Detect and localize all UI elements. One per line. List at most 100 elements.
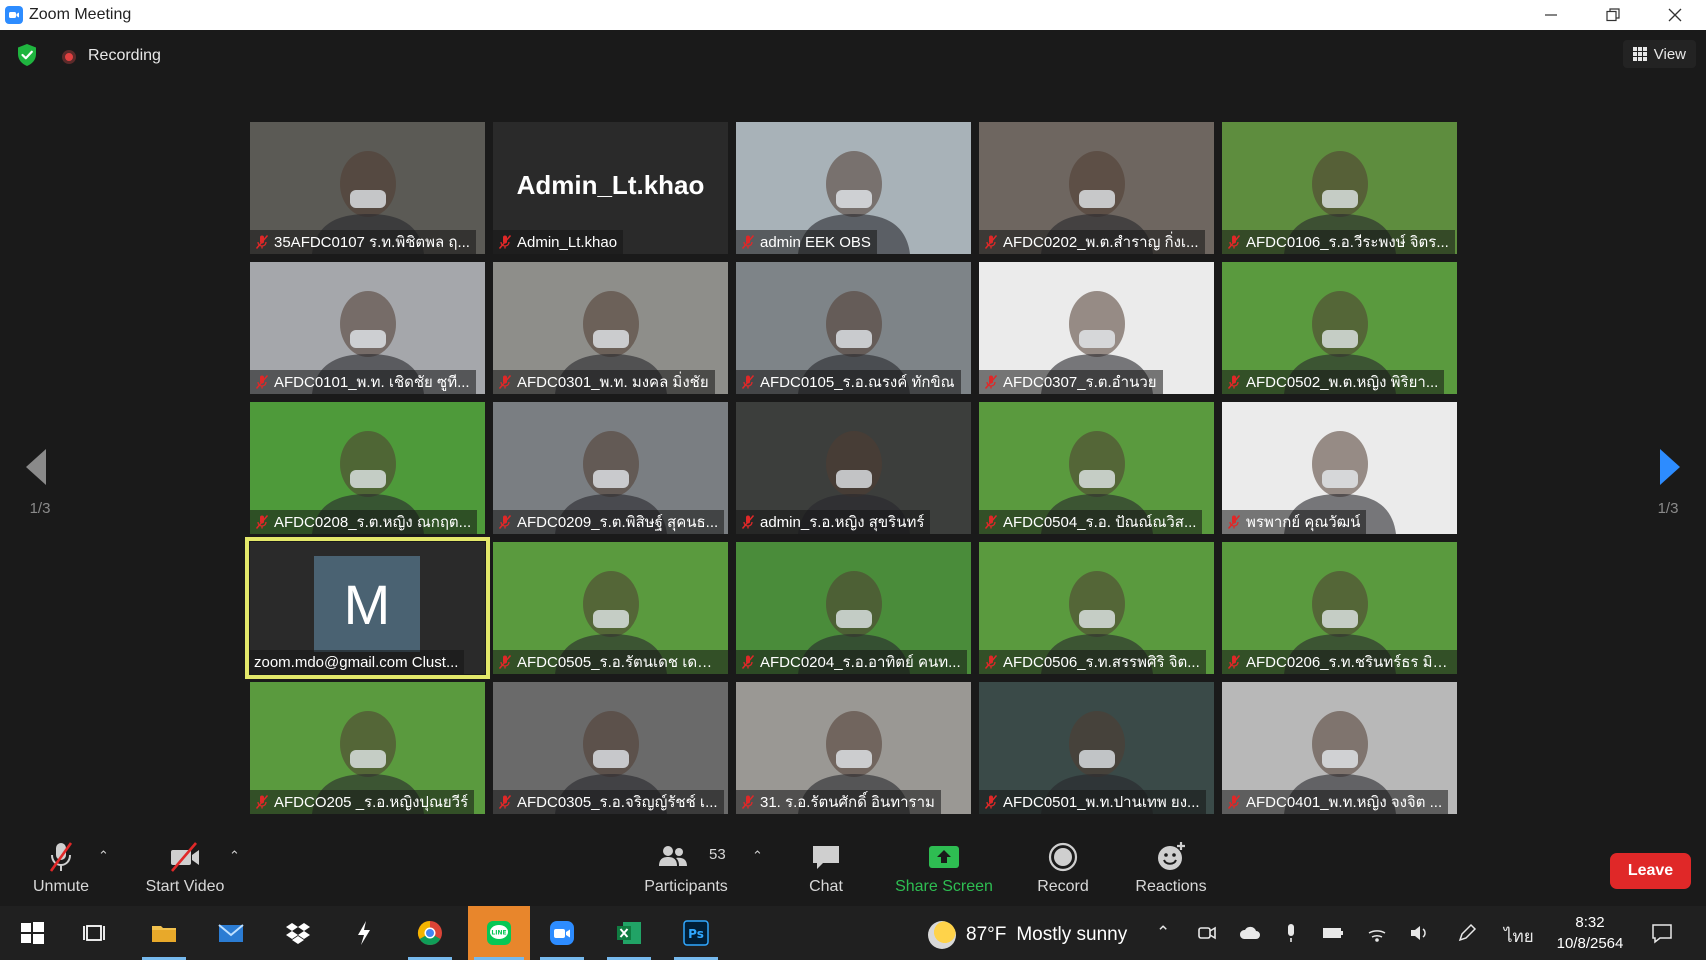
participant-name-bar: AFDC0401_พ.ท.หญิง จงจิต ...: [1222, 790, 1449, 814]
windows-logo-icon: [21, 922, 44, 944]
participant-tile[interactable]: AFDC0209_ร.ต.พิสิษฐ์ สุคนธ...: [493, 402, 728, 534]
participant-name-bar: zoom.mdo@gmail.com Clust...: [250, 650, 465, 674]
participant-tile[interactable]: admin_ร.อ.หญิง สุขรินทร์: [736, 402, 971, 534]
participants-options-caret-icon[interactable]: ⌃: [752, 848, 763, 864]
wifi-icon[interactable]: [1366, 922, 1388, 944]
taskbar-clock[interactable]: 8:32 10/8/2564: [1550, 912, 1630, 954]
show-hidden-icons-caret-icon[interactable]: ⌃: [1156, 923, 1170, 943]
participant-tile[interactable]: AFDC0202_พ.ต.สำราญ กิ่งเ...: [979, 122, 1214, 254]
participant-name-bar: AFDC0202_พ.ต.สำราญ กิ่งเ...: [979, 230, 1205, 254]
volume-icon[interactable]: [1408, 922, 1430, 944]
photoshop-app[interactable]: Ps: [668, 906, 724, 960]
window-title: Zoom Meeting: [29, 6, 132, 23]
participant-tile[interactable]: admin EEK OBS: [736, 122, 971, 254]
meet-now-icon[interactable]: [1196, 922, 1218, 944]
participant-tile[interactable]: AFDC0504_ร.อ. ปัณณ์ณวิส...: [979, 402, 1214, 534]
view-button[interactable]: View: [1622, 40, 1696, 68]
participant-tile[interactable]: AFDC0505_ร.อ.รัตนเดช เดชคง: [493, 542, 728, 674]
audio-options-caret-icon[interactable]: ⌃: [98, 848, 109, 864]
participant-name: พรพากย์ คุณวัฒน์: [1246, 514, 1361, 531]
participant-tile[interactable]: AFDC0206_ร.ท.ชรินทร์ธร มิค...: [1222, 542, 1457, 674]
close-button[interactable]: [1644, 0, 1706, 30]
participant-tile[interactable]: พรพากย์ คุณวัฒน์: [1222, 402, 1457, 534]
next-page-arrow-icon[interactable]: [1654, 447, 1682, 487]
task-view-button[interactable]: [66, 906, 122, 960]
microphone-muted-icon: [741, 515, 755, 529]
microphone-tray-icon[interactable]: [1282, 922, 1300, 944]
chat-button[interactable]: Chat: [800, 840, 852, 904]
input-language[interactable]: ไทย: [1504, 923, 1534, 950]
recording-label: Recording: [88, 47, 161, 64]
previous-page-arrow-icon[interactable]: [24, 447, 52, 487]
microphone-muted-icon: [255, 235, 269, 249]
leave-button[interactable]: Leave: [1610, 853, 1691, 889]
unmute-button[interactable]: Unmute: [28, 840, 94, 904]
mail-icon: [218, 924, 244, 942]
pen-icon[interactable]: [1456, 922, 1478, 944]
clock-date: 10/8/2564: [1556, 935, 1624, 952]
photoshop-icon: Ps: [683, 920, 709, 946]
microphone-muted-icon: [255, 375, 269, 389]
participant-tile[interactable]: AFDC0106_ร.อ.วีระพงษ์ จิตร...: [1222, 122, 1457, 254]
weather-sun-icon: [928, 921, 956, 949]
participant-name: AFDC0101_พ.ท. เชิดชัย ซูที...: [274, 374, 470, 391]
participant-tile[interactable]: AFDC0208_ร.ต.หญิง ณกฤต...: [250, 402, 485, 534]
chrome-app[interactable]: [402, 906, 458, 960]
participant-tile[interactable]: AFDCO205 _ร.อ.หญิงปุณยวีร์: [250, 682, 485, 814]
participant-tile[interactable]: 31. ร.อ.รัตนศักดิ์ อินทาราม: [736, 682, 971, 814]
microphone-muted-icon: [984, 235, 998, 249]
reactions-button[interactable]: Reactions: [1134, 840, 1208, 904]
participant-tile[interactable]: AFDC0101_พ.ท. เชิดชัย ซูที...: [250, 262, 485, 394]
video-off-icon: [171, 842, 199, 872]
participant-tile[interactable]: AFDC0105_ร.อ.ณรงค์ ทักขิณ: [736, 262, 971, 394]
microphone-muted-icon: [498, 795, 512, 809]
participant-name-bar: AFDC0502_พ.ต.หญิง พิริยา...: [1222, 370, 1445, 394]
dropbox-app[interactable]: [270, 906, 326, 960]
participant-tile[interactable]: AFDC0501_พ.ท.ปานเทพ ยง...: [979, 682, 1214, 814]
record-button[interactable]: Record: [1035, 840, 1091, 904]
share-screen-button[interactable]: Share Screen: [894, 840, 994, 904]
participant-tile[interactable]: AFDC0502_พ.ต.หญิง พิริยา...: [1222, 262, 1457, 394]
notifications-icon[interactable]: [1650, 921, 1674, 945]
mail-app[interactable]: [203, 906, 259, 960]
microphone-muted-icon: [1227, 235, 1241, 249]
participant-tile[interactable]: AFDC0401_พ.ท.หญิง จงจิต ...: [1222, 682, 1457, 814]
line-app[interactable]: LINE: [468, 906, 530, 960]
participant-tile[interactable]: Admin_Lt.khao Admin_Lt.khao: [493, 122, 728, 254]
participant-tile[interactable]: AFDC0506_ร.ท.สรรพศิริ จิต...: [979, 542, 1214, 674]
microphone-muted-icon: [984, 515, 998, 529]
zoom-app[interactable]: [534, 906, 590, 960]
microphone-muted-icon: [49, 842, 73, 872]
microphone-muted-icon: [498, 655, 512, 669]
participant-name: Admin_Lt.khao: [517, 233, 618, 251]
participant-name-bar: 35AFDC0107 ร.ท.พิชิตพล ฤ...: [250, 230, 476, 254]
microphone-muted-icon: [498, 375, 512, 389]
start-button[interactable]: [4, 906, 60, 960]
participant-name: AFDC0206_ร.ท.ชรินทร์ธร มิค...: [1246, 654, 1451, 671]
minimize-button[interactable]: [1520, 0, 1582, 30]
participant-tile[interactable]: Mzoom.mdo@gmail.com Clust...: [245, 537, 490, 679]
battery-icon[interactable]: [1321, 922, 1345, 944]
start-video-button[interactable]: Start Video: [141, 840, 229, 904]
microphone-muted-icon: [741, 795, 755, 809]
page-indicator-left: 1/3: [29, 500, 51, 517]
restore-button[interactable]: [1582, 0, 1644, 30]
excel-app[interactable]: [601, 906, 657, 960]
weather-widget[interactable]: 87°F Mostly sunny: [928, 921, 1127, 949]
participant-name-bar: พรพากย์ คุณวัฒน์: [1222, 510, 1367, 534]
participant-name-bar: AFDC0501_พ.ท.ปานเทพ ยง...: [979, 790, 1206, 814]
participant-name-bar: AFDC0505_ร.อ.รัตนเดช เดชคง: [493, 650, 728, 674]
participant-tile[interactable]: AFDC0204_ร.อ.อาทิตย์ คนท...: [736, 542, 971, 674]
participant-tile[interactable]: 35AFDC0107 ร.ท.พิชิตพล ฤ...: [250, 122, 485, 254]
participant-name: admin EEK OBS: [760, 233, 871, 251]
file-explorer-app[interactable]: [136, 906, 192, 960]
participant-tile[interactable]: AFDC0307_ร.ต.อำนวย: [979, 262, 1214, 394]
chat-icon: [813, 846, 839, 869]
participant-name: AFDC0504_ร.อ. ปัณณ์ณวิส...: [1003, 514, 1197, 531]
shield-icon[interactable]: [16, 43, 38, 67]
participant-tile[interactable]: AFDC0301_พ.ท. มงคล มิ่งชัย: [493, 262, 728, 394]
app-lightning[interactable]: [336, 906, 392, 960]
video-options-caret-icon[interactable]: ⌃: [229, 848, 240, 864]
participant-tile[interactable]: AFDC0305_ร.อ.จริญญ์รัชช์ เ...: [493, 682, 728, 814]
cloud-icon[interactable]: [1238, 922, 1262, 944]
